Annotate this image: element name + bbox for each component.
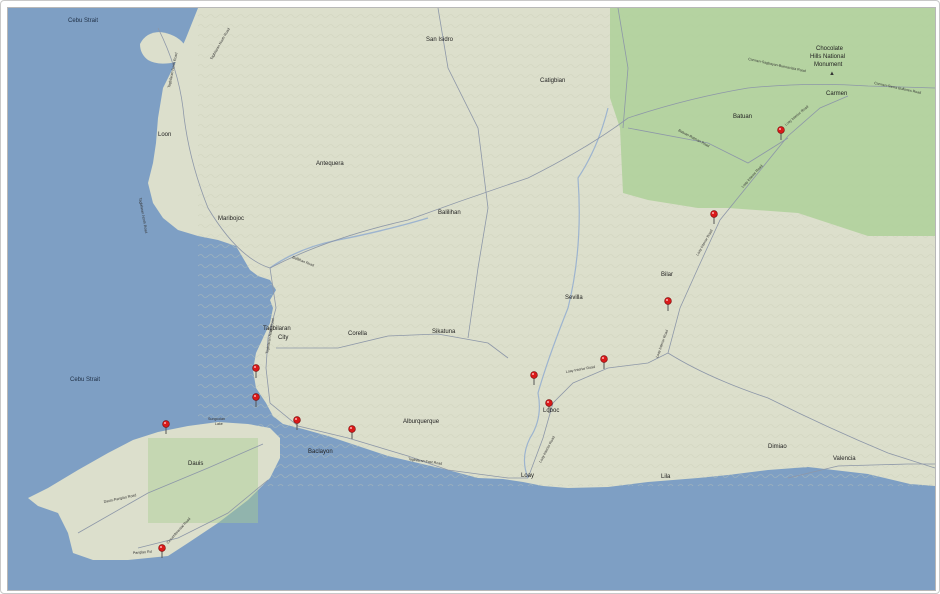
place-loon: Loon: [158, 132, 171, 138]
place-maribojoc: Maribojoc: [218, 216, 244, 222]
place-bilar: Bilar: [661, 272, 673, 278]
place-sungcolan-2: Lake: [215, 422, 223, 426]
panglao-park-area: [148, 438, 258, 523]
water-label-cebu-strait-north: Cebu Strait: [68, 18, 98, 24]
place-balilihan: Balilihan: [438, 210, 461, 216]
place-sungcolan: Sungcolan: [208, 417, 225, 421]
place-antequera: Antequera: [316, 161, 344, 167]
place-chocolate-hills: Chocolate: [816, 46, 844, 52]
place-loay: Loay: [521, 473, 534, 479]
place-dauis: Dauis: [188, 461, 203, 467]
place-catigbian: Catigbian: [540, 78, 565, 84]
place-tagbilaran: Tagbilaran: [263, 326, 291, 332]
monument-icon: ▲: [829, 71, 835, 77]
map-frame: Cebu Strait Cebu Strait Loon Maribojoc A…: [0, 0, 940, 594]
place-chocolate-hills-3: Monument: [814, 62, 843, 68]
map-view[interactable]: Cebu Strait Cebu Strait Loon Maribojoc A…: [7, 7, 936, 591]
place-san-isidro: San Isidro: [426, 37, 454, 43]
place-sevilla: Sevilla: [565, 295, 583, 301]
place-loboc: Loboc: [543, 408, 559, 414]
place-alburquerque: Alburquerque: [403, 419, 440, 425]
place-batuan: Batuan: [733, 114, 752, 120]
place-lila: Lila: [661, 474, 671, 480]
place-baclayon: Baclayon: [308, 449, 333, 455]
map-canvas[interactable]: Cebu Strait Cebu Strait Loon Maribojoc A…: [8, 8, 935, 590]
place-carmen: Carmen: [826, 91, 847, 97]
place-corella: Corella: [348, 331, 368, 337]
water-label-cebu-strait-west: Cebu Strait: [70, 377, 100, 383]
place-valencia: Valencia: [833, 456, 856, 462]
place-sikatuna: Sikatuna: [432, 329, 456, 335]
place-tagbilaran-city: City: [278, 335, 288, 341]
place-dimiao: Dimiao: [768, 444, 787, 450]
place-chocolate-hills-2: Hills National: [810, 54, 845, 60]
